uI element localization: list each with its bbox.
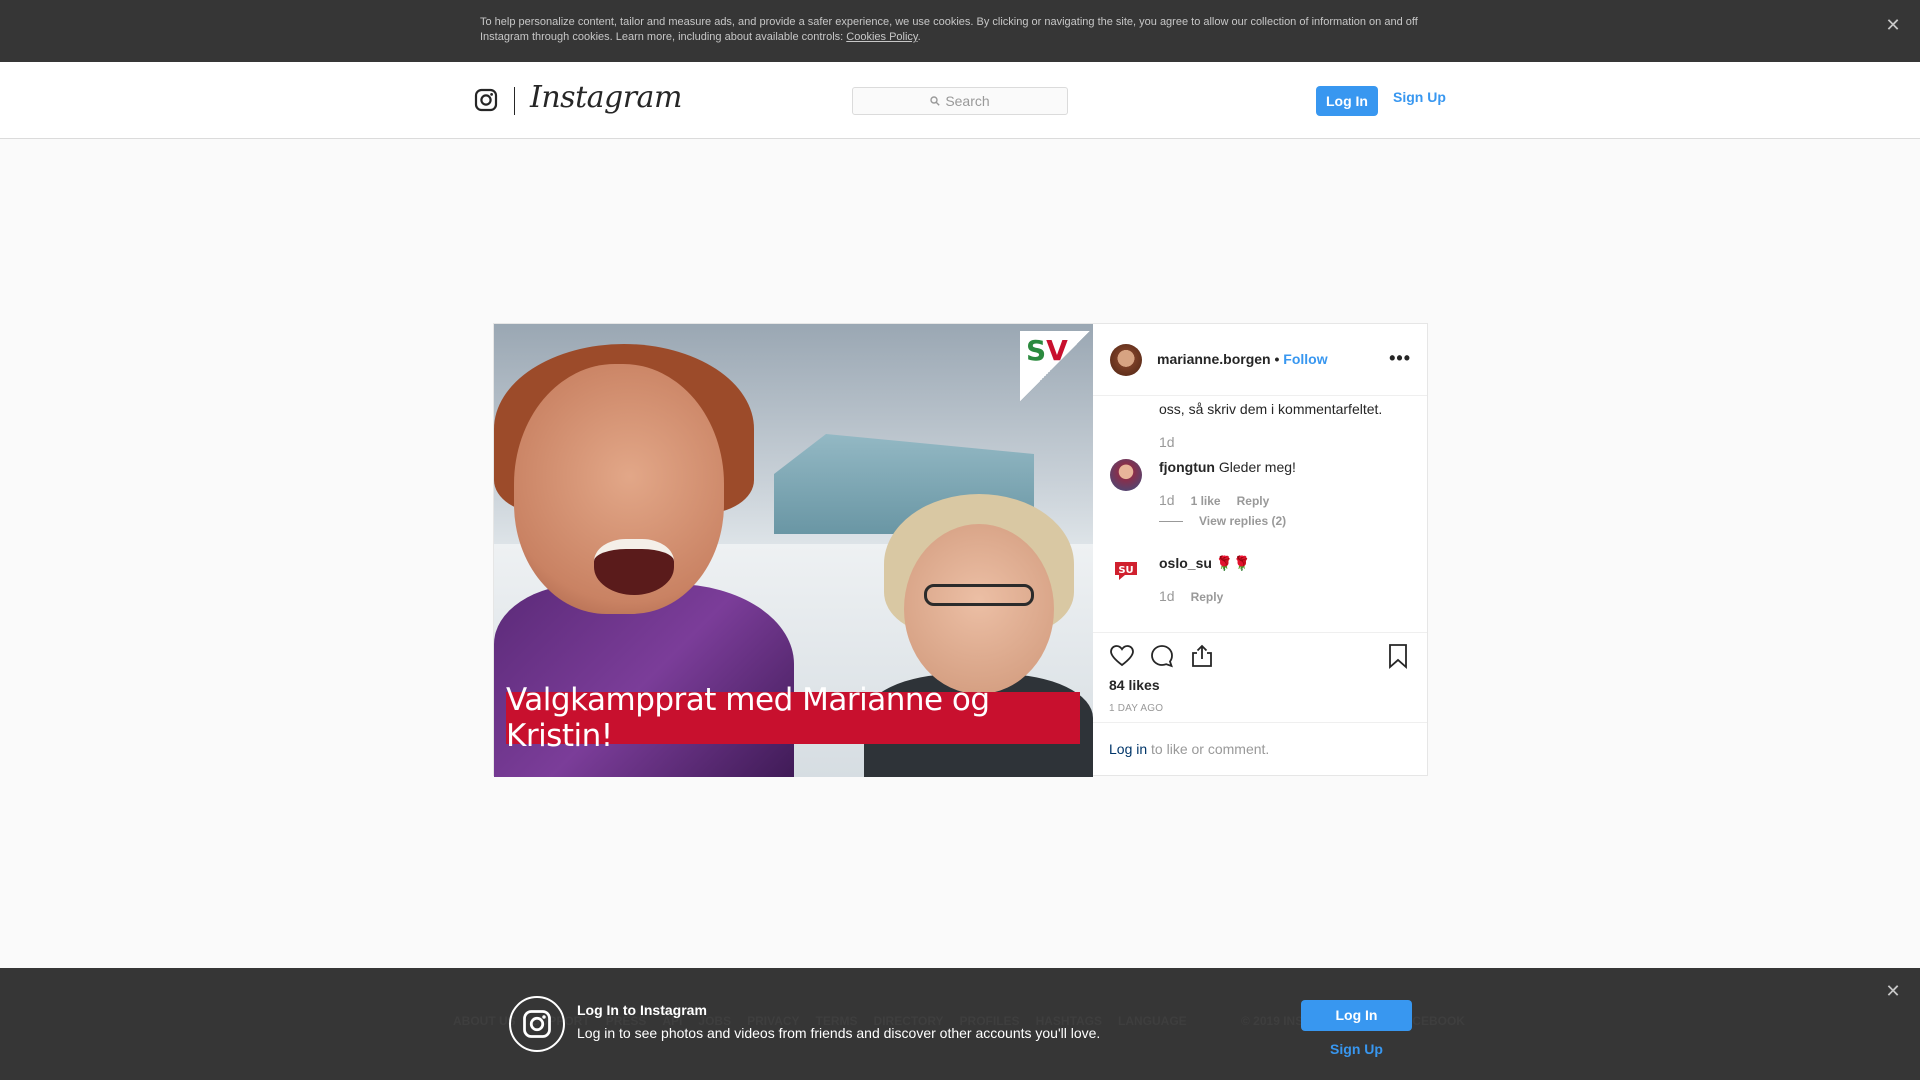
reply-button[interactable]: Reply bbox=[1237, 494, 1270, 508]
promo-login-button[interactable]: Log In bbox=[1301, 1000, 1412, 1031]
sv-logo-text: SV bbox=[1026, 334, 1068, 367]
comment-meta: 1d Reply bbox=[1159, 588, 1223, 604]
avatar[interactable] bbox=[1110, 459, 1142, 491]
login-promo-bar: ABOUT US SUPPORT PRESS API JOBS PRIVACY … bbox=[0, 968, 1920, 1080]
comment-time[interactable]: 1d bbox=[1159, 434, 1175, 450]
instagram-glyph-svg bbox=[523, 1010, 551, 1038]
cookie-banner: To help personalize content, tailor and … bbox=[0, 0, 1920, 62]
comment-likes[interactable]: 1 like bbox=[1191, 494, 1221, 508]
login-button[interactable]: Log In bbox=[1316, 86, 1378, 116]
likes-count[interactable]: 84 likes bbox=[1109, 677, 1160, 693]
comment-icon[interactable] bbox=[1149, 643, 1175, 669]
login-link[interactable]: Log in bbox=[1109, 741, 1147, 757]
avatar[interactable]: SU bbox=[1110, 554, 1142, 586]
face bbox=[904, 524, 1054, 694]
search-placeholder: Search bbox=[945, 93, 990, 109]
search-icon bbox=[930, 96, 941, 106]
close-icon[interactable]: ✕ bbox=[1882, 980, 1904, 1002]
reply-button[interactable]: Reply bbox=[1191, 590, 1224, 604]
view-replies-button[interactable]: View replies (2) bbox=[1159, 514, 1286, 528]
comment-meta: 1d 1 like Reply bbox=[1159, 492, 1269, 508]
top-nav: Instagram Search Log In Sign Up bbox=[0, 62, 1920, 139]
cookie-text-body: To help personalize content, tailor and … bbox=[480, 16, 1418, 43]
share-icon[interactable] bbox=[1189, 643, 1215, 669]
post-time[interactable]: 1 DAY AGO bbox=[1109, 703, 1163, 714]
follow-button[interactable]: Follow bbox=[1283, 351, 1327, 367]
post-author: marianne.borgen • Follow bbox=[1157, 351, 1328, 367]
photo-banner: Valgkampprat med Marianne og Kristin! bbox=[506, 682, 1080, 754]
close-icon[interactable]: ✕ bbox=[1882, 14, 1904, 36]
bookmark-icon[interactable] bbox=[1385, 643, 1411, 669]
more-options-icon[interactable]: ••• bbox=[1389, 348, 1411, 369]
separator-dot: • bbox=[1274, 351, 1280, 367]
promo-subtitle: Log in to see photos and videos from fri… bbox=[577, 1025, 1101, 1041]
footer-link-language[interactable]: LANGUAGE bbox=[1118, 1014, 1187, 1028]
avatar[interactable] bbox=[1110, 344, 1142, 376]
cookie-text-end: . bbox=[917, 31, 921, 43]
cookies-policy-link[interactable]: Cookies Policy bbox=[846, 31, 917, 43]
login-to-comment: Log in to like or comment. bbox=[1093, 722, 1427, 777]
banner-text: Valgkampprat med Marianne og Kristin! bbox=[506, 682, 990, 754]
promo-title: Log In to Instagram bbox=[577, 1002, 707, 1018]
comment-time[interactable]: 1d bbox=[1159, 588, 1175, 604]
view-replies-label: View replies (2) bbox=[1199, 514, 1287, 528]
cookie-text: To help personalize content, tailor and … bbox=[480, 15, 1440, 45]
su-logo-icon: SU bbox=[1110, 554, 1142, 586]
login-to-comment-rest: to like or comment. bbox=[1147, 741, 1270, 757]
post-card: SV Valgkampprat med Marianne og Kristin!… bbox=[493, 323, 1428, 777]
comment-text: fjongtun Gleder meg! bbox=[1159, 458, 1296, 476]
post-header: marianne.borgen • Follow ••• bbox=[1093, 324, 1427, 396]
comment-time[interactable]: 1d bbox=[1159, 492, 1175, 508]
comment-user[interactable]: oslo_su bbox=[1159, 555, 1212, 571]
post-photo[interactable]: SV Valgkampprat med Marianne og Kristin! bbox=[494, 324, 1093, 777]
svg-text:SU: SU bbox=[1118, 565, 1133, 576]
comment-user[interactable]: fjongtun bbox=[1159, 459, 1215, 475]
mouth bbox=[594, 539, 674, 595]
logo-divider bbox=[514, 87, 515, 115]
post-sidebar: marianne.borgen • Follow ••• oss, så skr… bbox=[1093, 324, 1427, 777]
comment-text: oslo_su 🌹🌹 bbox=[1159, 554, 1251, 572]
footer-link-about[interactable]: ABOUT US bbox=[453, 1014, 516, 1028]
instagram-glyph-icon[interactable] bbox=[474, 88, 498, 112]
signup-link[interactable]: Sign Up bbox=[1393, 89, 1446, 105]
instagram-glyph-icon bbox=[509, 996, 565, 1052]
search-input[interactable]: Search bbox=[852, 87, 1068, 115]
caption-meta: 1d bbox=[1159, 434, 1175, 450]
comments-list[interactable]: oss, så skriv dem i kommentarfeltet. 1d … bbox=[1093, 396, 1427, 632]
replies-line bbox=[1159, 520, 1183, 522]
heart-icon[interactable] bbox=[1109, 643, 1135, 669]
comment-body: 🌹🌹 bbox=[1215, 555, 1251, 571]
glasses bbox=[924, 584, 1034, 606]
sv-s: S bbox=[1026, 334, 1047, 367]
instagram-wordmark[interactable]: Instagram bbox=[530, 80, 682, 115]
comment-body: Gleder meg! bbox=[1218, 459, 1296, 475]
author-link[interactable]: marianne.borgen bbox=[1157, 351, 1271, 367]
sv-v: V bbox=[1046, 334, 1068, 367]
post-actions: 84 likes 1 DAY AGO bbox=[1093, 632, 1427, 727]
login-to-comment-text: Log in to like or comment. bbox=[1109, 741, 1269, 757]
promo-signup-link[interactable]: Sign Up bbox=[1301, 1041, 1412, 1057]
caption-text: oss, så skriv dem i kommentarfeltet. bbox=[1159, 401, 1383, 417]
